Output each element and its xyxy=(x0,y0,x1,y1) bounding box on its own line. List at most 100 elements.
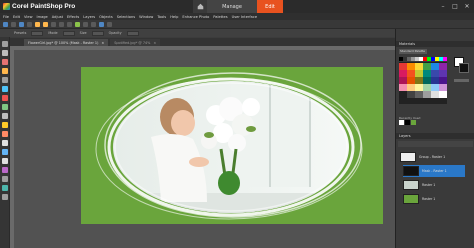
close-tab-icon[interactable]: × xyxy=(153,41,156,45)
new-file-icon[interactable] xyxy=(3,21,8,27)
maximize-button[interactable]: □ xyxy=(449,0,461,13)
layer-thumbnail xyxy=(403,194,419,204)
menu-selections[interactable]: Selections xyxy=(117,15,135,19)
background-color-swatch[interactable] xyxy=(459,63,469,73)
menu-help[interactable]: Help xyxy=(170,15,178,19)
recent-color-swatch[interactable] xyxy=(411,120,416,125)
materials-title: Materials xyxy=(399,42,416,46)
right-palettes: Materials Standard Palette Recently Used xyxy=(395,29,474,248)
home-icon xyxy=(197,3,203,10)
document-tab-inactive[interactable]: Spotified.jpg* @ 74% × xyxy=(110,39,161,46)
presets-dropdown[interactable] xyxy=(31,30,44,36)
menu-enhance-photo[interactable]: Enhance Photo xyxy=(182,15,209,19)
resize-icon[interactable] xyxy=(83,21,88,27)
materials-panel-header: Materials xyxy=(396,41,474,47)
save-icon[interactable] xyxy=(19,21,24,27)
presets-label: Presets xyxy=(14,31,27,35)
canvas-image[interactable] xyxy=(81,67,383,224)
layers-panel-header: Layers xyxy=(396,133,474,139)
shape-tool-icon[interactable] xyxy=(2,167,8,173)
layer-name: Mask - Raster 1 xyxy=(422,169,447,173)
menu-window[interactable]: Window xyxy=(139,15,153,19)
layer-row[interactable]: Raster 1 xyxy=(403,193,465,205)
layer-row[interactable]: Group - Raster 1 xyxy=(400,151,462,163)
edit-tab[interactable]: Edit xyxy=(257,0,283,13)
recent-color-swatch[interactable] xyxy=(399,120,404,125)
material-options[interactable] xyxy=(454,79,469,82)
warp-brush-tool-icon[interactable] xyxy=(2,185,8,191)
red-eye-tool-icon[interactable] xyxy=(2,95,8,101)
rotate-icon[interactable] xyxy=(91,21,96,27)
copy-icon[interactable] xyxy=(59,21,64,27)
flood-fill-tool-icon[interactable] xyxy=(2,149,8,155)
paste-icon[interactable] xyxy=(67,21,72,27)
menu-effects[interactable]: Effects xyxy=(67,15,79,19)
menu-tools[interactable]: Tools xyxy=(157,15,166,19)
mode-dropdown[interactable] xyxy=(62,30,75,36)
pan-tool-icon[interactable] xyxy=(2,41,8,47)
material-dropdown[interactable]: Standard Palette xyxy=(399,49,427,54)
ruler-horizontal xyxy=(10,46,395,50)
home-tab[interactable] xyxy=(193,0,207,13)
layers-icon[interactable] xyxy=(99,21,104,27)
mesh-warp-tool-icon[interactable] xyxy=(2,194,8,200)
menu-file[interactable]: File xyxy=(3,15,9,19)
standard-toolbar xyxy=(0,20,474,29)
paint-brush-tool-icon[interactable] xyxy=(2,122,8,128)
undo-icon[interactable] xyxy=(35,21,40,27)
menu-bar: File Edit View Image Adjust Effects Laye… xyxy=(0,13,474,20)
pen-tool-icon[interactable] xyxy=(2,176,8,182)
opacity-label: Opacity xyxy=(108,31,122,35)
menu-view[interactable]: View xyxy=(24,15,33,19)
menu-adjust[interactable]: Adjust xyxy=(52,15,63,19)
menu-layers[interactable]: Layers xyxy=(83,15,95,19)
layer-row-selected[interactable]: Mask - Raster 1 xyxy=(403,165,465,177)
layer-name: Raster 1 xyxy=(422,183,436,187)
layer-thumbnail xyxy=(400,152,416,162)
menu-image[interactable]: Image xyxy=(37,15,48,19)
document-tab-label: Spotified.jpg* @ 74% xyxy=(114,40,151,45)
menu-palettes[interactable]: Palettes xyxy=(213,15,227,19)
eyedropper-tool-icon[interactable] xyxy=(2,86,8,92)
text-tool-icon[interactable] xyxy=(2,158,8,164)
mode-label: Mode xyxy=(48,31,58,35)
close-tab-icon[interactable]: × xyxy=(101,41,104,45)
color-swatch-grid[interactable] xyxy=(399,57,451,107)
size-field[interactable] xyxy=(91,30,104,36)
cut-icon[interactable] xyxy=(51,21,56,27)
pick-tool-icon[interactable] xyxy=(2,50,8,56)
menu-user-interface[interactable]: User Interface xyxy=(232,15,257,19)
layer-name: Group - Raster 1 xyxy=(419,155,446,159)
document-tab-bar: FlowerGirl.jpg* @ 100% (Mask - Raster 1)… xyxy=(10,38,395,46)
size-label: Size xyxy=(79,31,87,35)
dodge-tool-icon[interactable] xyxy=(2,131,8,137)
manage-tab[interactable]: Manage xyxy=(207,0,257,13)
straighten-tool-icon[interactable] xyxy=(2,77,8,83)
open-file-icon[interactable] xyxy=(11,21,16,27)
document-tab-active[interactable]: FlowerGirl.jpg* @ 100% (Mask - Raster 1)… xyxy=(24,39,109,46)
layers-title: Layers xyxy=(399,134,411,138)
eraser-tool-icon[interactable] xyxy=(2,140,8,146)
recent-color-swatch[interactable] xyxy=(405,120,410,125)
layer-name: Raster 1 xyxy=(422,197,436,201)
selection-tool-icon[interactable] xyxy=(2,59,8,65)
ruler-vertical xyxy=(10,46,14,248)
crop-icon[interactable] xyxy=(75,21,80,27)
layer-thumbnail xyxy=(403,180,419,190)
tool-options-bar: Presets Mode Size Opacity xyxy=(0,29,395,37)
opacity-field[interactable] xyxy=(126,30,139,36)
redo-icon[interactable] xyxy=(43,21,48,27)
makeover-tool-icon[interactable] xyxy=(2,104,8,110)
menu-edit[interactable]: Edit xyxy=(13,15,20,19)
print-icon[interactable] xyxy=(27,21,32,27)
layer-row[interactable]: Raster 1 xyxy=(403,179,465,191)
menu-objects[interactable]: Objects xyxy=(99,15,113,19)
clone-tool-icon[interactable] xyxy=(2,113,8,119)
app-logo: Corel PaintShop Pro xyxy=(3,3,75,10)
crop-tool-icon[interactable] xyxy=(2,68,8,74)
layer-thumbnail xyxy=(403,166,419,176)
zoom-icon[interactable] xyxy=(107,21,112,27)
close-button[interactable]: ✕ xyxy=(461,0,473,13)
logo-icon xyxy=(3,3,10,10)
minimize-button[interactable]: – xyxy=(437,0,449,13)
